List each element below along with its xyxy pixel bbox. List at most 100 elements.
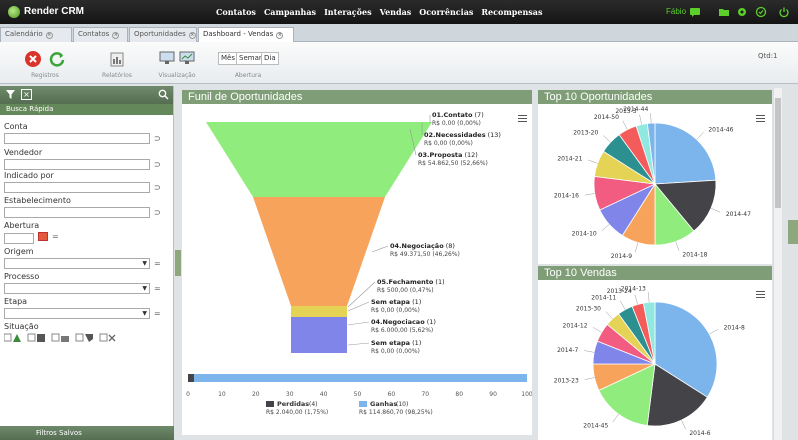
funnel-stage-value: R$ 6.000,00 (5,62%) (371, 327, 433, 334)
busca-rapida-label: Busca Rápida (6, 105, 54, 113)
scrollbar-thumb[interactable] (775, 98, 781, 208)
chat-icon[interactable] (689, 6, 701, 18)
monitor-icon[interactable] (158, 49, 176, 67)
check-circle-icon[interactable] (755, 6, 767, 18)
gear-icon[interactable] (736, 6, 748, 18)
report-icon[interactable] (108, 50, 126, 68)
user-name[interactable]: Fábio (666, 7, 686, 16)
origem-select[interactable] (4, 258, 150, 269)
vendedor-input[interactable] (4, 159, 150, 170)
close-icon[interactable]: × (112, 32, 120, 39)
axis-tick-label: 20 (252, 391, 260, 398)
funnel-stage-value: R$ 54.862,50 (52,66%) (418, 160, 488, 167)
estabelecimento-label: Estabelecimento (4, 196, 71, 205)
funnel-title: Funil de Oportunidades (182, 90, 532, 104)
funnel-connector (347, 342, 370, 346)
period-day-button[interactable]: Dia (261, 52, 279, 65)
funnel-panel: Funil de Oportunidades 01.Contato (7) R$ … (182, 90, 532, 435)
close-icon[interactable]: × (188, 32, 196, 39)
nav-campanhas[interactable]: Campanhas (264, 7, 316, 17)
axis-tick-label: 50 (354, 391, 362, 398)
funnel-stage-value: R$ 500,00 (0,47%) (377, 287, 434, 294)
lookup-icon[interactable]: ⊃ (154, 134, 161, 143)
folder-icon[interactable] (718, 6, 730, 18)
equals-icon: = (52, 232, 59, 241)
conta-input[interactable] (4, 133, 150, 144)
funnel-stage-label: 04.Negociacao (1) (371, 318, 436, 326)
nav-recompensas[interactable]: Recompensas (481, 7, 542, 17)
pie-connector (584, 350, 595, 353)
equals-icon: = (154, 259, 161, 268)
processo-label: Processo (4, 272, 40, 281)
monitor-chart-icon[interactable] (178, 49, 196, 67)
tab-calendario[interactable]: Calendário × (0, 27, 72, 42)
power-icon[interactable] (778, 6, 790, 18)
calendar-icon[interactable] (38, 232, 48, 241)
visualizacao-label: Visualização (158, 72, 196, 79)
pie-connector (650, 113, 652, 124)
lookup-icon[interactable]: ⊃ (154, 183, 161, 192)
nav-ocorrencias[interactable]: Ocorrências (419, 7, 473, 17)
cancel-icon[interactable] (24, 50, 42, 68)
funnel-stage-value: R$ 0,00 (0,00%) (371, 307, 420, 314)
abertura-label: Abertura (234, 72, 262, 79)
ganhas-bar (188, 374, 527, 382)
pie-label: 2014-16 (554, 193, 579, 200)
legend-perdidas-swatch (266, 401, 274, 407)
legend-ganhas-value: R$ 114.860,70 (98,25%) (359, 409, 433, 416)
indicado-input[interactable] (4, 182, 150, 193)
abertura-date-input[interactable] (4, 233, 34, 244)
tab-bar: Calendário × Contatos × Oportunidades × Das… (0, 24, 798, 42)
pie-connector (639, 114, 642, 125)
tab-contatos[interactable]: Contatos × (73, 27, 128, 42)
pie-connector (647, 292, 650, 303)
tab-dashboard-vendas[interactable]: Dashboard - Vendas × (198, 27, 294, 42)
registros-label: Registros (31, 72, 59, 79)
pie-connector (696, 132, 704, 140)
pie-connector (681, 419, 686, 430)
funnel-stage-label: 02.Necessidades (13) (424, 131, 501, 139)
lookup-icon[interactable]: ⊃ (154, 208, 161, 217)
pie-connector (620, 300, 626, 310)
busca-rapida-header[interactable]: Busca Rápida (0, 104, 173, 115)
right-panel-handle[interactable] (788, 220, 798, 244)
funnel-stage-value: R$ 49.371,50 (46,26%) (390, 251, 460, 258)
search-icon[interactable] (158, 89, 169, 100)
clear-filter-icon[interactable]: × (21, 89, 32, 100)
nav-vendas[interactable]: Vendas (380, 7, 412, 17)
lookup-icon[interactable]: ⊃ (154, 160, 161, 169)
scrollbar[interactable] (773, 88, 782, 440)
pie-label: 2014-18 (682, 252, 707, 259)
sidebar-collapse-handle[interactable] (175, 250, 181, 276)
pie-connector (592, 327, 602, 333)
perdidas-bar (188, 374, 194, 382)
top-oportunidades-panel: Top 10 Oportunidades 2014-46 2014-47 2014-… (538, 90, 772, 264)
funnel-stage-value: R$ 0,00 (0,00%) (432, 120, 481, 127)
funnel-connector (371, 245, 389, 253)
period-month-button[interactable]: Mês (218, 52, 238, 65)
close-icon[interactable]: × (45, 32, 53, 39)
processo-select[interactable] (4, 283, 150, 294)
pie-label: 2014-21 (557, 156, 582, 163)
funnel-connector (347, 321, 370, 326)
sidebar-header: × (0, 86, 173, 104)
nav-interacoes[interactable]: Interações (324, 7, 372, 17)
nav-contatos[interactable]: Contatos (216, 7, 256, 17)
situacao-icons[interactable] (4, 333, 124, 343)
axis-tick-label: 10 (218, 391, 226, 398)
relatorios-label: Relatórios (102, 72, 132, 79)
pie-connector (709, 329, 719, 335)
pie-label: 2014-12 (563, 322, 588, 329)
tab-oportunidades[interactable]: Oportunidades × (129, 27, 197, 42)
pie-connector (584, 377, 595, 380)
pie-label: 2014-8 (724, 324, 745, 331)
saved-filters[interactable]: Filtros Salvos (0, 426, 174, 440)
filter-icon[interactable] (5, 89, 16, 100)
equals-icon: = (154, 309, 161, 318)
funnel-stage-label: 05.Fechamento (1) (377, 278, 445, 286)
refresh-icon[interactable] (48, 50, 66, 68)
close-icon[interactable]: × (276, 32, 284, 39)
estabelecimento-input[interactable] (4, 207, 150, 218)
etapa-select[interactable] (4, 308, 150, 319)
funnel-stage-value: R$ 0,00 (0,00%) (371, 348, 420, 355)
